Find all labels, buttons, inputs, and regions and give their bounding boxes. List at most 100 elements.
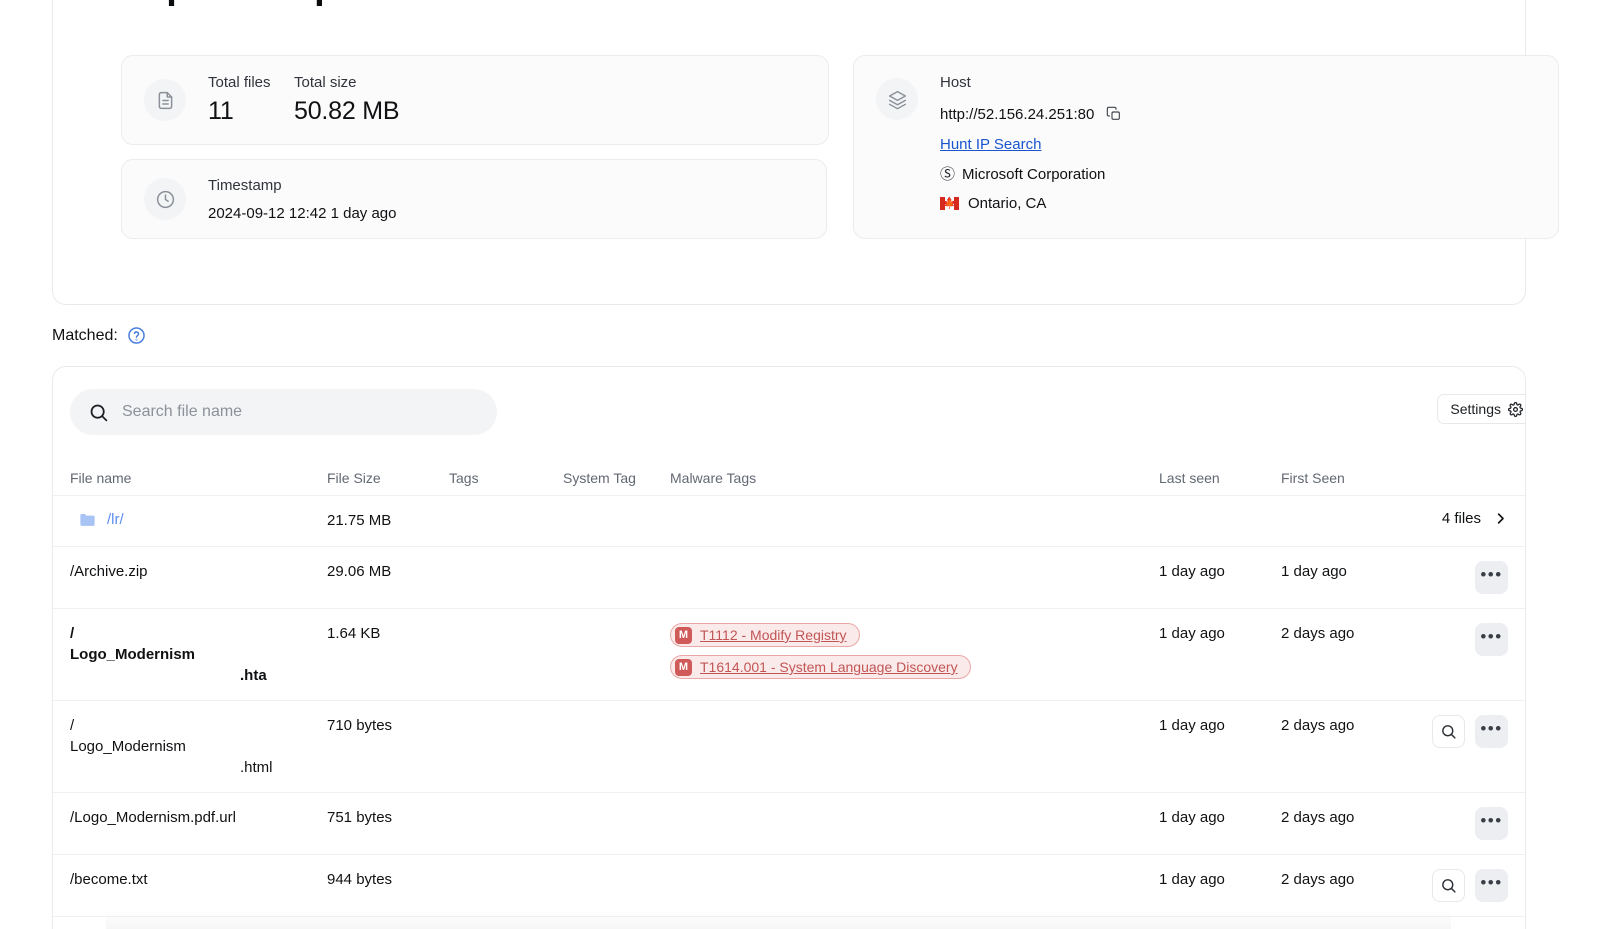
host-url-row: http://52.156.24.251:80 bbox=[940, 104, 1124, 124]
folder-actions[interactable]: 4 files bbox=[1406, 510, 1508, 527]
table-row[interactable]: / Logo_Modernism .hta 1.64 KB M T1112 - Modif… bbox=[53, 608, 1525, 700]
document-icon bbox=[144, 79, 186, 121]
file-name-line: Logo_Modernism bbox=[70, 738, 186, 755]
settings-label: Settings bbox=[1450, 401, 1501, 417]
table-row[interactable]: / Logo_Modernism .html 710 bytes 1 day ago 2 … bbox=[53, 700, 1525, 792]
first-seen-cell: 2 days ago bbox=[1281, 871, 1355, 888]
malware-tag[interactable]: M T1614.001 - System Language Discovery bbox=[670, 655, 971, 679]
search-icon bbox=[88, 402, 109, 423]
host-geo: Ontario, CA bbox=[968, 195, 1047, 212]
search-box[interactable] bbox=[70, 389, 497, 435]
column-header-tags: Tags bbox=[449, 470, 479, 486]
row-more-button[interactable]: ••• bbox=[1475, 869, 1508, 902]
files-table: File name File Size Tags System Tag Malw… bbox=[53, 461, 1525, 929]
host-org-row: Ⓢ Microsoft Corporation bbox=[940, 166, 1124, 183]
ca-flag-icon: 🍁 bbox=[940, 197, 959, 210]
file-name-cell[interactable]: /Logo_Modernism.pdf.url bbox=[70, 807, 327, 828]
malware-tag-label: T1112 - Modify Registry bbox=[700, 627, 847, 643]
hunt-ip-search-link[interactable]: Hunt IP Search bbox=[940, 136, 1041, 153]
total-size-value: 50.82 MB bbox=[294, 97, 400, 125]
search-input[interactable] bbox=[122, 403, 483, 421]
folder-size: 21.75 MB bbox=[327, 512, 392, 529]
file-name-cell[interactable]: / Logo_Modernism .hta bbox=[70, 623, 327, 686]
row-search-button[interactable] bbox=[1432, 715, 1465, 748]
file-name-cell[interactable]: / Logo_Modernism .html bbox=[70, 715, 327, 778]
table-row[interactable]: /become.txt 944 bytes 1 day ago 2 days ago •… bbox=[53, 854, 1525, 916]
layers-icon bbox=[876, 78, 918, 120]
file-name-line: .hta bbox=[240, 667, 267, 684]
files-table-card: Settings File name File Size Tags System… bbox=[52, 366, 1526, 929]
row-actions: ••• bbox=[1406, 561, 1508, 594]
malware-badge-icon: M bbox=[675, 626, 692, 644]
file-size-cell: 1.64 KB bbox=[327, 625, 381, 642]
file-name-line: / bbox=[70, 717, 75, 734]
table-body: /Archive.zip 29.06 MB 1 day ago 1 day ago ••… bbox=[53, 546, 1525, 929]
row-more-button[interactable]: ••• bbox=[1475, 623, 1508, 656]
table-row[interactable]: /Archive.zip 29.06 MB 1 day ago 1 day ago ••… bbox=[53, 546, 1525, 608]
last-seen-cell: 1 day ago bbox=[1159, 625, 1225, 642]
row-more-button[interactable]: ••• bbox=[1475, 561, 1508, 594]
column-header-last-seen: Last seen bbox=[1159, 470, 1220, 486]
question-circle-icon[interactable] bbox=[127, 326, 146, 345]
row-actions: ••• bbox=[1406, 869, 1508, 902]
timestamp-card: Timestamp 2024-09-12 12:42 1 day ago bbox=[121, 159, 827, 239]
exposed-open-directories-page: Exposed Open Directories Total files Tot… bbox=[0, 0, 1600, 929]
malware-badge-icon: M bbox=[675, 658, 692, 676]
last-seen-cell: 1 day ago bbox=[1159, 871, 1225, 888]
file-name-line: /Logo_Modernism.pdf.url bbox=[70, 809, 236, 826]
file-name-line: / bbox=[70, 625, 75, 642]
table-header-row: File name File Size Tags System Tag Malw… bbox=[53, 461, 1525, 495]
table-row[interactable]: /Logo_Modernism.pdf.url 751 bytes 1 day ag… bbox=[53, 792, 1525, 854]
first-seen-cell: 2 days ago bbox=[1281, 717, 1355, 734]
building-icon: Ⓢ bbox=[940, 166, 956, 183]
column-header-system-tag: System Tag bbox=[563, 470, 636, 486]
column-header-first-seen: First Seen bbox=[1281, 470, 1345, 486]
malware-tags-cell: M T1112 - Modify Registry M T1614.001 - Sys… bbox=[670, 623, 1159, 679]
host-card: Host http://52.156.24.251:80 Hunt IP Sea… bbox=[853, 55, 1559, 239]
file-name-line: /Archive.zip bbox=[70, 563, 148, 580]
folder-icon bbox=[78, 510, 97, 529]
row-more-button[interactable]: ••• bbox=[1475, 715, 1508, 748]
matched-row: Matched: bbox=[52, 326, 146, 345]
clock-icon bbox=[144, 178, 186, 220]
copy-icon[interactable] bbox=[1104, 104, 1124, 124]
chevron-right-icon[interactable] bbox=[1493, 511, 1508, 526]
timestamp-label: Timestamp bbox=[208, 176, 282, 194]
total-files-card: Total files Total size 11 50.82 MB bbox=[121, 55, 829, 145]
table-row-folder[interactable]: /lr/ 21.75 MB 4 files bbox=[53, 495, 1525, 546]
malware-tag[interactable]: M T1112 - Modify Registry bbox=[670, 623, 860, 647]
last-seen-cell: 1 day ago bbox=[1159, 563, 1225, 580]
column-header-file-size: File Size bbox=[327, 470, 381, 486]
total-files-value: 11 bbox=[208, 97, 234, 125]
file-name-cell[interactable]: /become.txt bbox=[70, 869, 327, 890]
column-header-file-name: File name bbox=[70, 470, 132, 486]
row-more-button[interactable]: ••• bbox=[1475, 807, 1508, 840]
row-actions: ••• bbox=[1406, 623, 1508, 656]
host-label: Host bbox=[940, 74, 971, 91]
page-title: Exposed Open Directories bbox=[121, 0, 582, 8]
folder-file-count-label: 4 files bbox=[1441, 510, 1481, 527]
last-seen-cell: 1 day ago bbox=[1159, 717, 1225, 734]
malware-tag-label: T1614.001 - System Language Discovery bbox=[700, 659, 958, 675]
row-search-button[interactable] bbox=[1432, 869, 1465, 902]
last-seen-cell: 1 day ago bbox=[1159, 809, 1225, 826]
total-files-label: Total files bbox=[208, 74, 271, 91]
file-name-line: Logo_Modernism bbox=[70, 646, 196, 663]
folder-file-count[interactable]: 4 files bbox=[1442, 510, 1508, 527]
file-name-line: .html bbox=[240, 759, 273, 776]
first-seen-cell: 2 days ago bbox=[1281, 625, 1355, 642]
file-size-cell: 710 bytes bbox=[327, 717, 393, 734]
table-row[interactable]: /code.ps114.29 KBMT1059.001 - PowerShell… bbox=[53, 916, 1525, 929]
first-seen-cell: 2 days ago bbox=[1281, 809, 1355, 826]
timestamp-value: 2024-09-12 12:42 1 day ago bbox=[208, 204, 397, 222]
host-geo-row: 🍁 Ontario, CA bbox=[940, 195, 1124, 212]
file-name-cell[interactable]: /Archive.zip bbox=[70, 561, 327, 582]
folder-name: /lr/ bbox=[107, 511, 124, 528]
folder-name-cell[interactable]: /lr/ bbox=[70, 510, 327, 529]
first-seen-cell: 1 day ago bbox=[1281, 563, 1347, 580]
host-url: http://52.156.24.251:80 bbox=[940, 105, 1095, 123]
column-header-malware-tags: Malware Tags bbox=[670, 470, 757, 486]
settings-button[interactable]: Settings bbox=[1437, 394, 1525, 424]
row-actions: ••• bbox=[1406, 715, 1508, 748]
file-name-line: /become.txt bbox=[70, 871, 148, 888]
